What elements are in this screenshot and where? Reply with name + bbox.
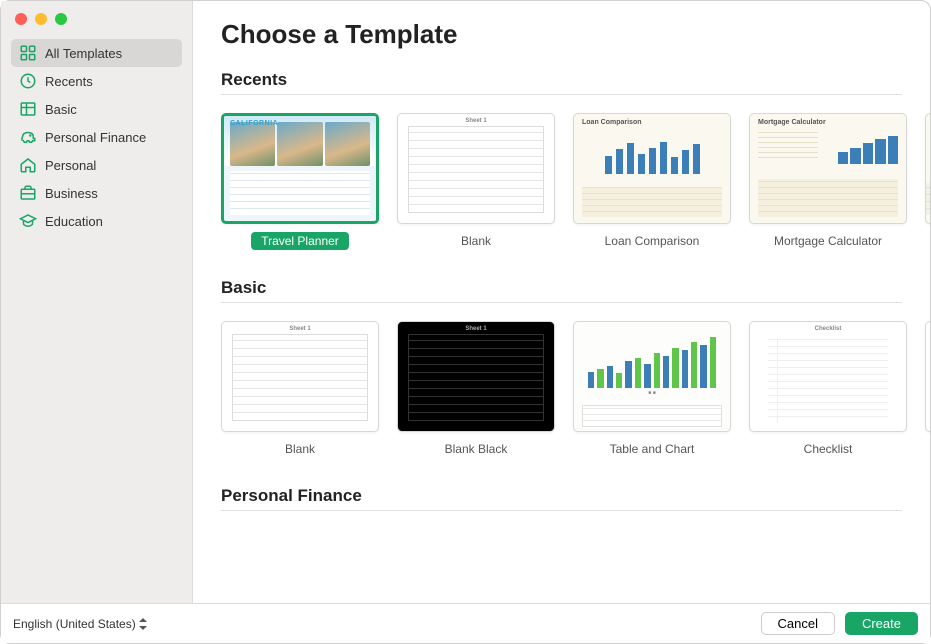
template-label: Loan Comparison (595, 232, 710, 250)
template-card-table-and-chart[interactable]: ■ ■ Table and Chart (573, 321, 731, 458)
template-card-blank[interactable]: Sheet 1 Blank (397, 113, 555, 250)
close-window-button[interactable] (15, 13, 27, 25)
template-thumb: Loan Comparison (573, 113, 731, 224)
grid-icon (19, 44, 37, 62)
category-list: All Templates Recents Basic (1, 35, 192, 603)
template-label: Travel Planner (251, 232, 349, 250)
sidebar-item-recents[interactable]: Recents (11, 67, 182, 95)
home-icon (19, 156, 37, 174)
template-thumb: ■ ■ (573, 321, 731, 432)
basic-row: Sheet 1 Blank Sheet 1 Blank Black (221, 321, 930, 458)
section-heading-basic: Basic (221, 270, 902, 303)
clock-icon (19, 72, 37, 90)
template-thumb: Mortgage Calculator (749, 113, 907, 224)
template-thumb (925, 321, 930, 432)
template-label: My Sto (926, 232, 930, 250)
thumb-title: CALIFORNIA (230, 120, 278, 127)
page-title: Choose a Template (221, 19, 930, 50)
template-chooser-window: All Templates Recents Basic (1, 1, 930, 643)
section-heading-personal-finance: Personal Finance (221, 478, 902, 511)
language-label: English (United States) (13, 617, 136, 631)
sidebar-item-education[interactable]: Education (11, 207, 182, 235)
template-thumb: CALIFORNIA (221, 113, 379, 224)
sidebar-item-label: Personal (45, 158, 96, 173)
sidebar-item-label: Personal Finance (45, 130, 146, 145)
template-thumb: Portfolio $60000.00 (925, 113, 930, 224)
footer-bar: English (United States) Cancel Create (1, 603, 930, 643)
sidebar-item-business[interactable]: Business (11, 179, 182, 207)
zoom-window-button[interactable] (55, 13, 67, 25)
sidebar-item-all-templates[interactable]: All Templates (11, 39, 182, 67)
template-card-portfolio[interactable]: Portfolio $60000.00 My Sto (925, 113, 930, 250)
section-heading-recents: Recents (221, 62, 902, 95)
updown-icon (139, 618, 147, 630)
template-card-loan-comparison[interactable]: Loan Comparison Loan Comparison (573, 113, 731, 250)
template-label: Blank (275, 440, 325, 458)
sidebar-item-label: Basic (45, 102, 77, 117)
template-label: Checklist (794, 440, 863, 458)
template-card-blank-black[interactable]: Sheet 1 Blank Black (397, 321, 555, 458)
template-label: Mortgage Calculator (764, 232, 892, 250)
briefcase-icon (19, 184, 37, 202)
template-label: Blank Black (435, 440, 518, 458)
sidebar: All Templates Recents Basic (1, 1, 193, 603)
template-card-travel-planner[interactable]: CALIFORNIA Travel Planner (221, 113, 379, 250)
template-thumb: Sheet 1 (397, 113, 555, 224)
minimize-window-button[interactable] (35, 13, 47, 25)
template-thumb: Sheet 1 (221, 321, 379, 432)
sidebar-item-label: All Templates (45, 46, 122, 61)
recents-row: CALIFORNIA Travel Planner Sheet 1 Blank (221, 113, 930, 250)
graduation-cap-icon (19, 212, 37, 230)
template-thumb: Sheet 1 (397, 321, 555, 432)
language-picker[interactable]: English (United States) (13, 617, 147, 631)
sidebar-item-label: Education (45, 214, 103, 229)
sidebar-item-label: Business (45, 186, 98, 201)
template-thumb: Checklist (749, 321, 907, 432)
template-card-checklist[interactable]: Checklist Checklist (749, 321, 907, 458)
window-controls (1, 1, 192, 35)
content-area: Choose a Template Recents CALIFORNIA Tra… (193, 1, 930, 603)
main-area: All Templates Recents Basic (1, 1, 930, 603)
sidebar-item-personal[interactable]: Personal (11, 151, 182, 179)
table-icon (19, 100, 37, 118)
sidebar-item-basic[interactable]: Basic (11, 95, 182, 123)
template-scroll[interactable]: Recents CALIFORNIA Travel Planner Sheet … (221, 62, 930, 603)
sidebar-item-personal-finance[interactable]: Personal Finance (11, 123, 182, 151)
sidebar-item-label: Recents (45, 74, 93, 89)
create-button[interactable]: Create (845, 612, 918, 635)
piggy-bank-icon (19, 128, 37, 146)
template-card-blank[interactable]: Sheet 1 Blank (221, 321, 379, 458)
template-card-checklist-2[interactable]: Chec (925, 321, 930, 458)
template-label: Table and Chart (600, 440, 705, 458)
cancel-button[interactable]: Cancel (761, 612, 835, 635)
template-label: Blank (451, 232, 501, 250)
template-card-mortgage-calculator[interactable]: Mortgage Calculator Mortgage Calculator (749, 113, 907, 250)
